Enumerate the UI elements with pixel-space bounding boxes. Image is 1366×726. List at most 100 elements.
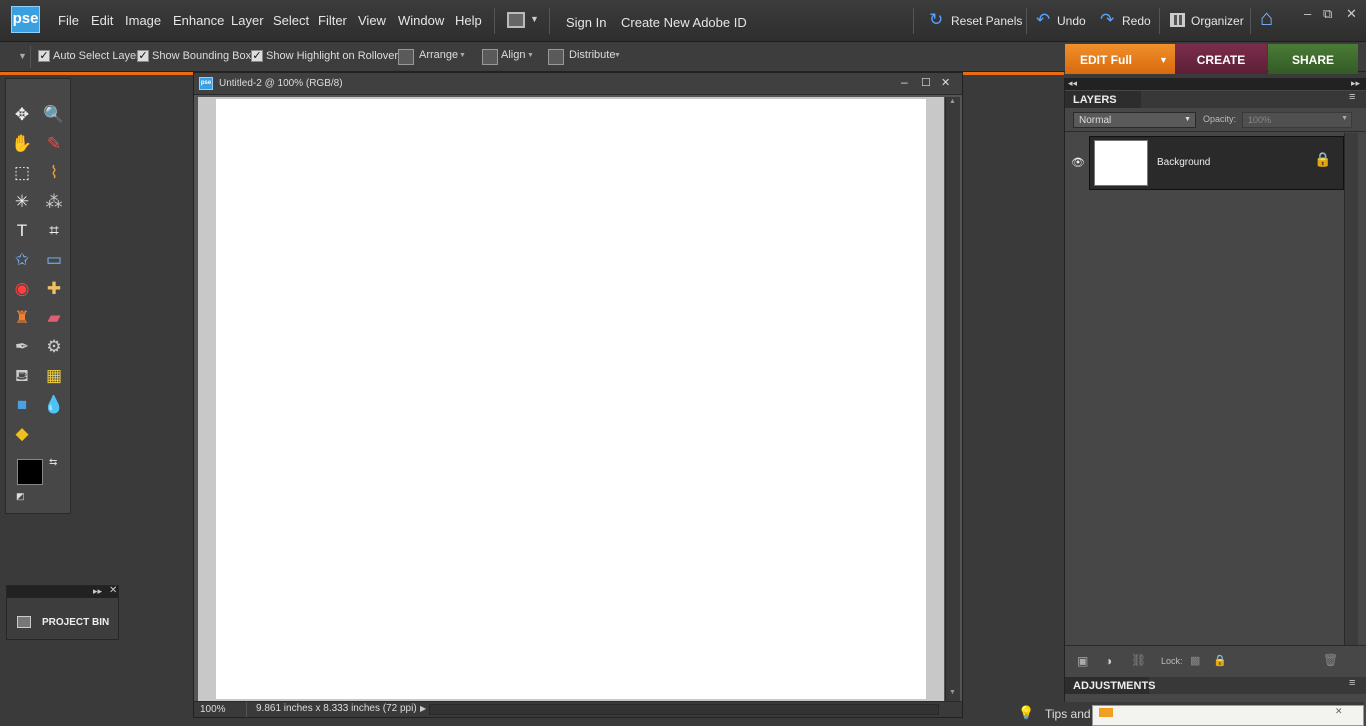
- doc-close-button[interactable]: ✕: [941, 76, 950, 89]
- tips-label[interactable]: Tips and: [1045, 707, 1091, 721]
- reset-icon[interactable]: ↻: [929, 10, 943, 30]
- zoom-level[interactable]: 100%: [200, 704, 226, 715]
- lasso-tool-icon[interactable]: ⌇: [41, 161, 67, 185]
- quick-select-tool-icon[interactable]: ⁂: [41, 190, 67, 214]
- align-icon[interactable]: [482, 49, 498, 65]
- straighten-tool-icon[interactable]: ▭: [41, 248, 67, 272]
- menu-select[interactable]: Select: [273, 13, 309, 28]
- scroll-up-icon[interactable]: ▲: [949, 98, 956, 105]
- chevron-down-icon[interactable]: ▼: [614, 52, 621, 59]
- type-tool-icon[interactable]: T: [9, 219, 35, 243]
- chevron-down-icon[interactable]: ▼: [1159, 44, 1168, 77]
- reset-panels-button[interactable]: Reset Panels: [951, 14, 1022, 28]
- swap-colors-icon[interactable]: ⇆: [49, 457, 57, 468]
- adjustment-layer-icon[interactable]: ◑: [1105, 654, 1112, 668]
- undo-icon[interactable]: ↶: [1036, 10, 1050, 30]
- menu-enhance[interactable]: Enhance: [173, 13, 224, 28]
- doc-maximize-button[interactable]: ☐: [921, 76, 931, 89]
- organizer-button[interactable]: Organizer: [1191, 14, 1244, 28]
- menu-view[interactable]: View: [358, 13, 386, 28]
- auto-select-layer-checkbox[interactable]: ✓: [38, 50, 50, 62]
- brush-tool-icon[interactable]: ✒: [9, 335, 35, 359]
- home-icon[interactable]: ⌂: [1260, 5, 1273, 31]
- canvas[interactable]: [216, 99, 926, 699]
- align-menu[interactable]: Align: [501, 49, 525, 61]
- visibility-eye-icon[interactable]: 👁: [1071, 156, 1085, 169]
- panel-menu-icon[interactable]: ≡: [1349, 91, 1355, 103]
- sign-in-link[interactable]: Sign In: [566, 15, 606, 30]
- chevron-down-icon[interactable]: ▼: [527, 52, 534, 59]
- lock-all-icon[interactable]: 🔒: [1213, 654, 1227, 667]
- distribute-icon[interactable]: [548, 49, 564, 65]
- canvas-area[interactable]: [198, 97, 944, 701]
- redo-icon[interactable]: ↷: [1100, 10, 1114, 30]
- chevron-down-icon[interactable]: ▼: [530, 14, 539, 24]
- close-icon[interactable]: ✕: [109, 585, 117, 596]
- show-bounding-box-checkbox[interactable]: ✓: [137, 50, 149, 62]
- blend-mode-select[interactable]: Normal ▼: [1073, 112, 1196, 128]
- menu-filter[interactable]: Filter: [318, 13, 347, 28]
- paint-bucket-tool-icon[interactable]: ⛾: [9, 364, 35, 388]
- close-icon[interactable]: ✕: [1335, 706, 1343, 717]
- clone-stamp-tool-icon[interactable]: ♜: [9, 306, 35, 330]
- crop-tool-icon[interactable]: ⌗: [41, 219, 67, 243]
- redo-button[interactable]: Redo: [1122, 14, 1151, 28]
- horizontal-scrollbar[interactable]: [429, 704, 939, 715]
- healing-tool-icon[interactable]: ✚: [41, 277, 67, 301]
- trash-icon[interactable]: 🗑: [1323, 653, 1338, 667]
- close-button[interactable]: ✕: [1346, 6, 1357, 22]
- marquee-tool-icon[interactable]: ⬚: [9, 161, 35, 185]
- red-eye-tool-icon[interactable]: ◉: [9, 277, 35, 301]
- expand-icon[interactable]: ▸▸: [1351, 78, 1360, 89]
- create-adobe-id-link[interactable]: Create New Adobe ID: [621, 15, 747, 30]
- minimize-button[interactable]: –: [1304, 6, 1311, 21]
- menu-help[interactable]: Help: [455, 13, 482, 28]
- doc-minimize-button[interactable]: –: [901, 75, 908, 89]
- layers-scrollbar[interactable]: [1344, 133, 1358, 645]
- tab-edit-full[interactable]: EDIT Full ▼: [1065, 44, 1175, 74]
- undo-button[interactable]: Undo: [1057, 14, 1086, 28]
- layer-row-background[interactable]: Background 🔒: [1089, 136, 1344, 190]
- panel-menu-icon[interactable]: ≡: [1349, 677, 1355, 689]
- tips-popup[interactable]: ✕: [1092, 705, 1364, 726]
- chevron-down-icon[interactable]: ▼: [459, 52, 466, 59]
- eyedropper-tool-icon[interactable]: ✎: [41, 132, 67, 156]
- smart-brush-tool-icon[interactable]: ⚙: [41, 335, 67, 359]
- menu-image[interactable]: Image: [125, 13, 161, 28]
- vertical-scrollbar[interactable]: ▲ ▼: [945, 97, 960, 701]
- cookie-cutter-tool-icon[interactable]: ✩: [9, 248, 35, 272]
- zoom-tool-icon[interactable]: 🔍: [41, 103, 67, 127]
- shape-tool-icon[interactable]: ■: [9, 393, 35, 417]
- opacity-field[interactable]: 100% ▼: [1242, 112, 1352, 128]
- hand-tool-icon[interactable]: ✋: [9, 132, 35, 156]
- menu-edit[interactable]: Edit: [91, 13, 113, 28]
- blur-tool-icon[interactable]: 💧: [41, 393, 67, 417]
- tool-preset-chevron-icon[interactable]: ▼: [18, 51, 27, 61]
- arrange-icon[interactable]: [398, 49, 414, 65]
- menu-file[interactable]: File: [58, 13, 79, 28]
- show-highlight-checkbox[interactable]: ✓: [251, 50, 263, 62]
- menu-window[interactable]: Window: [398, 13, 444, 28]
- tab-create[interactable]: CREATE: [1175, 44, 1267, 74]
- link-icon[interactable]: ⛓: [1131, 653, 1146, 667]
- default-colors-icon[interactable]: ◩: [16, 491, 25, 502]
- sponge-tool-icon[interactable]: ◆: [9, 422, 35, 446]
- info-menu-icon[interactable]: ▶: [420, 704, 426, 713]
- collapse-icon[interactable]: ◂◂: [1068, 78, 1077, 89]
- expand-icon[interactable]: ▸▸: [93, 586, 102, 597]
- lock-transparency-icon[interactable]: ▩: [1190, 654, 1200, 667]
- magic-wand-tool-icon[interactable]: ✳: [9, 190, 35, 214]
- foreground-color-swatch[interactable]: [17, 459, 43, 485]
- distribute-menu[interactable]: Distribute: [569, 49, 615, 61]
- project-bin-button[interactable]: PROJECT BIN: [42, 617, 109, 628]
- move-tool-icon[interactable]: ✥: [9, 103, 35, 127]
- workspace-layout-icon[interactable]: [507, 12, 525, 28]
- gradient-tool-icon[interactable]: ▦: [41, 364, 67, 388]
- restore-button[interactable]: ⧉: [1323, 6, 1332, 22]
- menu-layer[interactable]: Layer: [231, 13, 264, 28]
- scroll-down-icon[interactable]: ▼: [949, 689, 956, 696]
- tab-share[interactable]: SHARE: [1268, 44, 1358, 74]
- eraser-tool-icon[interactable]: ▰: [41, 306, 67, 330]
- arrange-menu[interactable]: Arrange: [419, 49, 458, 61]
- organizer-icon[interactable]: [1170, 13, 1185, 27]
